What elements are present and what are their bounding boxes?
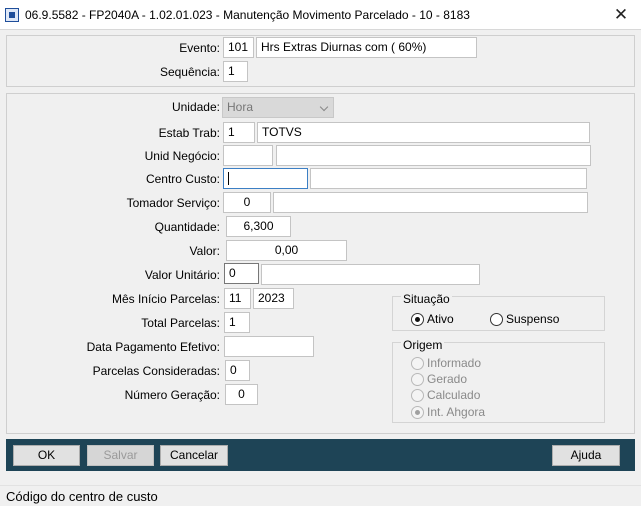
valor-label: Valor:	[189, 244, 220, 258]
chevron-down-icon	[319, 102, 329, 112]
numero-geracao-field[interactable]: 0	[225, 384, 258, 405]
total-parcelas-field[interactable]: 1	[224, 312, 250, 333]
centro-custo-code-field[interactable]	[223, 168, 308, 189]
valor-field[interactable]: 0,00	[226, 240, 347, 261]
app-icon	[5, 8, 19, 22]
close-icon[interactable]: ✕	[601, 0, 641, 30]
title-bar: 06.9.5582 - FP2040A - 1.02.01.023 - Manu…	[0, 0, 641, 30]
radio-situacao-suspenso-label: Suspenso	[506, 312, 560, 326]
estab-trab-label: Estab Trab:	[158, 126, 220, 140]
unidade-select-value: Hora	[227, 100, 254, 114]
valor-unitario-label: Valor Unitário:	[144, 268, 220, 282]
evento-code-field[interactable]: 101	[223, 37, 254, 58]
mes-inicio-parcelas-label: Mês Início Parcelas:	[111, 292, 220, 306]
total-parcelas-label: Total Parcelas:	[141, 316, 220, 330]
ajuda-button[interactable]: Ajuda	[552, 445, 620, 466]
radio-origem-calculado-label: Calculado	[427, 388, 481, 402]
radio-origem-gerado-label: Gerado	[427, 372, 468, 386]
radio-situacao-ativo[interactable]: Ativo	[411, 312, 454, 326]
origem-group-title: Origem	[401, 338, 445, 352]
radio-unselected-icon	[490, 312, 503, 326]
button-bar: OK Salvar Cancelar Ajuda	[6, 439, 635, 471]
sequencia-label: Sequência:	[159, 65, 220, 79]
status-bar: Código do centro de custo	[0, 485, 641, 506]
unid-negocio-code-field[interactable]	[223, 145, 273, 166]
tomador-servico-code-field[interactable]: 0	[223, 192, 271, 213]
dialog-client-area: Evento: 101 Hrs Extras Diurnas com ( 60%…	[0, 30, 641, 485]
tomador-servico-label: Tomador Serviço:	[126, 196, 220, 210]
radio-origem-calculado: Calculado	[411, 388, 480, 402]
cancelar-button[interactable]: Cancelar	[160, 445, 228, 466]
status-text: Código do centro de custo	[6, 489, 158, 504]
data-pagamento-efetivo-label: Data Pagamento Efetivo:	[86, 340, 220, 354]
evento-label: Evento:	[179, 41, 220, 55]
radio-origem-int-ahgora: Int. Ahgora	[411, 405, 485, 419]
mes-inicio-year-field[interactable]: 2023	[253, 288, 294, 309]
data-pagamento-efetivo-field[interactable]	[224, 336, 314, 357]
quantidade-field[interactable]: 6,300	[226, 216, 291, 237]
parcelas-consideradas-field[interactable]: 0	[225, 360, 250, 381]
radio-situacao-suspenso[interactable]: Suspenso	[490, 312, 559, 326]
evento-description-field[interactable]: Hrs Extras Diurnas com ( 60%)	[256, 37, 477, 58]
window-title: 06.9.5582 - FP2040A - 1.02.01.023 - Manu…	[25, 8, 470, 22]
estab-trab-description-field[interactable]: TOTVS	[257, 122, 590, 143]
parcelas-consideradas-label: Parcelas Consideradas:	[92, 364, 220, 378]
valor-unitario-extra-field[interactable]	[261, 264, 480, 285]
radio-origem-informado-label: Informado	[427, 356, 482, 370]
tomador-servico-description-field[interactable]	[273, 192, 588, 213]
ok-button[interactable]: OK	[13, 445, 80, 466]
unidade-select[interactable]: Hora	[222, 97, 334, 118]
valor-unitario-field[interactable]: 0	[224, 263, 259, 284]
situacao-group-title: Situação	[401, 292, 452, 306]
centro-custo-label: Centro Custo:	[145, 172, 220, 186]
mes-inicio-month-field[interactable]: 11	[224, 288, 251, 309]
text-cursor	[228, 172, 229, 186]
unid-negocio-description-field[interactable]	[276, 145, 591, 166]
radio-origem-informado: Informado	[411, 356, 481, 370]
radio-selected-icon	[411, 312, 424, 326]
radio-unselected-icon	[411, 356, 424, 370]
unidade-label: Unidade:	[171, 100, 220, 114]
centro-custo-description-field[interactable]	[310, 168, 587, 189]
radio-origem-gerado: Gerado	[411, 372, 467, 386]
estab-trab-code-field[interactable]: 1	[223, 122, 255, 143]
sequencia-field[interactable]: 1	[223, 61, 248, 82]
radio-unselected-icon	[411, 388, 424, 402]
salvar-button: Salvar	[87, 445, 154, 466]
quantidade-label: Quantidade:	[154, 220, 220, 234]
radio-origem-int-ahgora-label: Int. Ahgora	[427, 405, 486, 419]
radio-selected-icon	[411, 405, 424, 419]
unid-negocio-label: Unid Negócio:	[144, 149, 220, 163]
radio-situacao-ativo-label: Ativo	[427, 312, 454, 326]
radio-unselected-icon	[411, 372, 424, 386]
numero-geracao-label: Número Geração:	[124, 388, 220, 402]
